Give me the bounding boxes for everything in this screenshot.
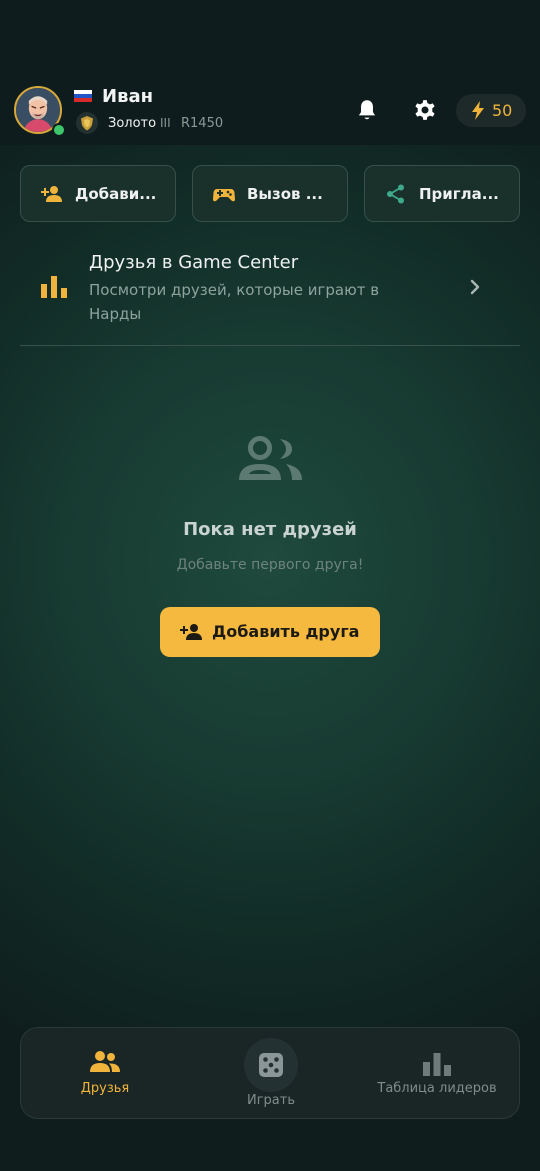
rank-level: III bbox=[160, 116, 171, 130]
bar-chart-icon bbox=[41, 276, 67, 298]
game-center-subtitle: Посмотри друзей, которые играют в Нарды bbox=[89, 281, 380, 323]
game-center-title: Друзья в Game Center bbox=[89, 252, 299, 273]
play-button[interactable] bbox=[244, 1038, 298, 1092]
chevron-right-icon bbox=[470, 279, 480, 295]
rank-name: Золото bbox=[108, 116, 157, 131]
challenge-action-label: Вызов ... bbox=[247, 185, 323, 203]
empty-state-title: Пока нет друзей bbox=[183, 519, 357, 540]
dice-icon bbox=[259, 1053, 283, 1077]
nav-tab-friends-label: Друзья bbox=[80, 1081, 130, 1096]
share-icon bbox=[387, 184, 404, 204]
flag-russia-icon bbox=[74, 90, 92, 102]
add-person-icon bbox=[180, 624, 202, 640]
add-person-icon bbox=[41, 186, 62, 202]
empty-state-subtitle: Добавьте первого друга! bbox=[176, 557, 364, 573]
game-center-friends-row[interactable]: Друзья в Game Center Посмотри друзей, ко… bbox=[20, 247, 520, 332]
add-friend-button[interactable]: Добавить друга bbox=[160, 607, 380, 657]
friends-icon bbox=[90, 1051, 120, 1072]
divider bbox=[20, 345, 520, 346]
lightning-icon bbox=[472, 101, 484, 120]
rank-shield-icon bbox=[76, 112, 98, 134]
bottom-navigation: Друзья Играть Таблица лидеров bbox=[20, 1027, 520, 1119]
gamepad-icon bbox=[213, 189, 235, 202]
online-status-dot bbox=[52, 123, 66, 137]
add-friend-action-button[interactable]: Добави... bbox=[20, 165, 176, 222]
add-friend-action-label: Добави... bbox=[75, 185, 157, 203]
rating-value: R1450 bbox=[181, 116, 224, 131]
energy-value: 50 bbox=[492, 101, 513, 120]
nav-tab-play-label: Играть bbox=[246, 1093, 295, 1108]
invite-action-label: Пригла... bbox=[419, 185, 499, 203]
friends-group-icon bbox=[239, 436, 302, 480]
energy-counter[interactable]: 50 bbox=[456, 94, 526, 127]
nav-tab-leaderboard-label: Таблица лидеров bbox=[377, 1081, 497, 1096]
invite-action-button[interactable]: Пригла... bbox=[364, 165, 520, 222]
challenge-action-button[interactable]: Вызов ... bbox=[192, 165, 348, 222]
add-friend-button-label: Добавить друга bbox=[212, 622, 360, 641]
gear-icon[interactable] bbox=[411, 96, 439, 124]
leaderboard-icon bbox=[423, 1053, 451, 1076]
bell-icon[interactable] bbox=[354, 97, 380, 123]
username: Иван bbox=[102, 86, 154, 107]
